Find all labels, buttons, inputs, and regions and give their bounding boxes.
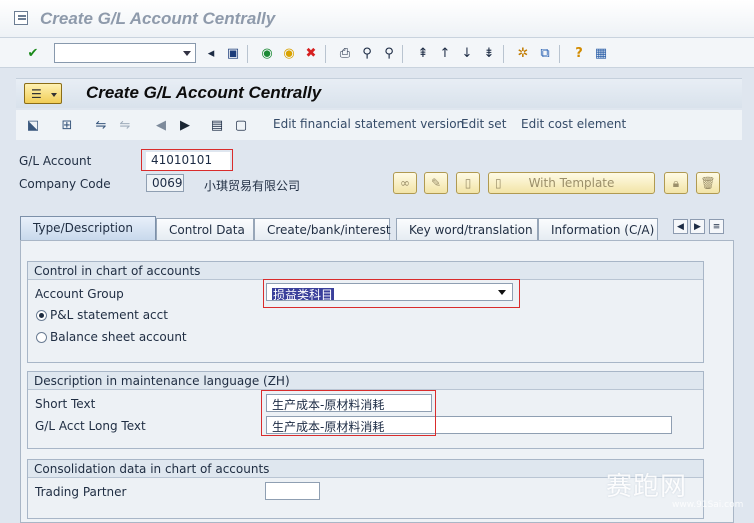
next-icon[interactable]: ▶ — [176, 116, 194, 134]
next-page-icon[interactable]: ↓ — [458, 44, 476, 62]
edit-button[interactable]: ✎ — [424, 172, 448, 194]
change-doc-icon[interactable]: ▤ — [208, 116, 226, 134]
separator — [325, 45, 326, 63]
print-icon[interactable]: ⎙ — [336, 44, 354, 62]
glasses-button[interactable]: ∞ — [393, 172, 417, 194]
back-icon[interactable]: ◉ — [258, 44, 276, 62]
tab-list-icon[interactable]: ≡ — [709, 219, 724, 234]
menu-icon[interactable] — [14, 11, 28, 25]
new-session-icon[interactable]: ✲ — [514, 44, 532, 62]
radio-bs-label: Balance sheet account — [50, 330, 187, 344]
delete-button[interactable]: 🗑︎ — [696, 172, 720, 194]
save-icon[interactable]: ▣ — [224, 44, 242, 62]
help-icon[interactable]: ? — [570, 44, 588, 62]
pencil-icon: ✎ — [430, 176, 442, 190]
account-group-label: Account Group — [35, 287, 124, 301]
edit-cost-element-button[interactable]: Edit cost element — [521, 117, 626, 131]
enter-icon[interactable]: ✔ — [24, 44, 42, 62]
gl-account-label: G/L Account — [19, 154, 92, 168]
template-icon: ▯ — [495, 176, 502, 190]
group-title: Description in maintenance language (ZH) — [28, 372, 703, 390]
edit-fs-version-button[interactable]: Edit financial statement version — [273, 117, 464, 131]
separator — [559, 45, 560, 63]
with-template-button[interactable]: ▯ With Template — [488, 172, 655, 194]
chevron-down-icon[interactable] — [183, 51, 191, 56]
highlight-box — [141, 149, 233, 171]
tab-control-data[interactable]: Control Data — [156, 218, 254, 240]
radio-balance-sheet[interactable] — [36, 332, 47, 343]
short-text-label: Short Text — [35, 397, 96, 411]
long-text-label: G/L Acct Long Text — [35, 419, 146, 433]
with-template-label: With Template — [528, 176, 615, 190]
command-field[interactable] — [54, 43, 196, 63]
layout-menu-icon[interactable]: ▦ — [592, 44, 610, 62]
application-toolbar: ⬕ ⊞ ⇋ ⇋ ◀ ▶ ▤ ▢ Edit financial statement… — [16, 110, 742, 140]
shortcut-icon[interactable]: ⧉ — [536, 44, 554, 62]
lock-button[interactable]: 🔒︎ — [664, 172, 688, 194]
group-title: Consolidation data in chart of accounts — [28, 460, 703, 478]
company-name: 小琪贸易有限公司 — [204, 179, 301, 193]
window-title-bar: Create G/L Account Centrally — [0, 0, 754, 38]
lock-icon: 🔒︎ — [672, 175, 680, 190]
group-consolidation: Consolidation data in chart of accounts — [27, 459, 704, 519]
window-title: Create G/L Account Centrally — [40, 9, 276, 28]
trash-icon: 🗑︎ — [700, 176, 716, 190]
find-icon[interactable]: ⚲ — [358, 44, 376, 62]
watermark-logo: 赛跑网 — [606, 472, 688, 502]
trading-partner-label: Trading Partner — [35, 485, 127, 499]
glasses-icon: ∞ — [400, 176, 410, 190]
display-change-icon[interactable]: ⬕ — [24, 116, 42, 134]
first-page-icon[interactable]: ⇞ — [414, 44, 432, 62]
tab-type-description[interactable]: Type/Description — [20, 216, 156, 240]
separator — [503, 45, 504, 63]
back-arrow-icon[interactable]: ◂ — [202, 44, 220, 62]
exit-icon[interactable]: ◉ — [280, 44, 298, 62]
screen-title-bar: ☰ Create G/L Account Centrally — [16, 78, 742, 108]
switch-icon: ⇋ — [119, 117, 131, 133]
last-page-icon[interactable]: ⇟ — [480, 44, 498, 62]
tab-information-ca[interactable]: Information (C/A) — [538, 218, 658, 240]
separator — [247, 45, 248, 63]
tab-scroll-left-icon[interactable]: ◀ — [673, 219, 688, 234]
tab-scroll-right-icon[interactable]: ▶ — [690, 219, 705, 234]
watermark-url: www.91Sai.com — [672, 500, 744, 510]
other-object-icon[interactable]: ⇋ — [92, 116, 110, 134]
screen-title: Create G/L Account Centrally — [86, 83, 322, 102]
radio-pl-label: P&L statement acct — [50, 308, 168, 322]
group-title: Control in chart of accounts — [28, 262, 703, 280]
company-code-field[interactable]: 0069 — [146, 174, 184, 192]
menu-button[interactable]: ☰ — [24, 83, 62, 104]
tab-strip: Type/Description Control Data Create/ban… — [20, 216, 732, 240]
create-button[interactable]: ▯ — [456, 172, 480, 194]
notes-icon[interactable]: ▢ — [232, 116, 250, 134]
highlight-box — [261, 390, 436, 436]
separator — [402, 45, 403, 63]
trading-partner-field[interactable] — [265, 482, 320, 500]
find-next-icon[interactable]: ⚲ — [380, 44, 398, 62]
previous-icon[interactable]: ◀ — [152, 116, 170, 134]
highlight-box — [263, 279, 520, 308]
radio-pl-statement[interactable] — [36, 310, 47, 321]
document-icon: ▯ — [464, 176, 472, 190]
tab-create-bank-interest[interactable]: Create/bank/interest — [254, 218, 391, 240]
previous-page-icon[interactable]: ↑ — [436, 44, 454, 62]
menu-list-icon: ☰ — [31, 87, 42, 101]
tab-key-word-translation[interactable]: Key word/translation — [396, 218, 538, 240]
company-code-label: Company Code — [19, 177, 111, 191]
edit-set-button[interactable]: Edit set — [461, 117, 506, 131]
hierarchy-icon[interactable]: ⊞ — [58, 116, 76, 134]
chevron-down-icon — [51, 93, 57, 97]
cancel-icon[interactable]: ✖ — [302, 44, 320, 62]
